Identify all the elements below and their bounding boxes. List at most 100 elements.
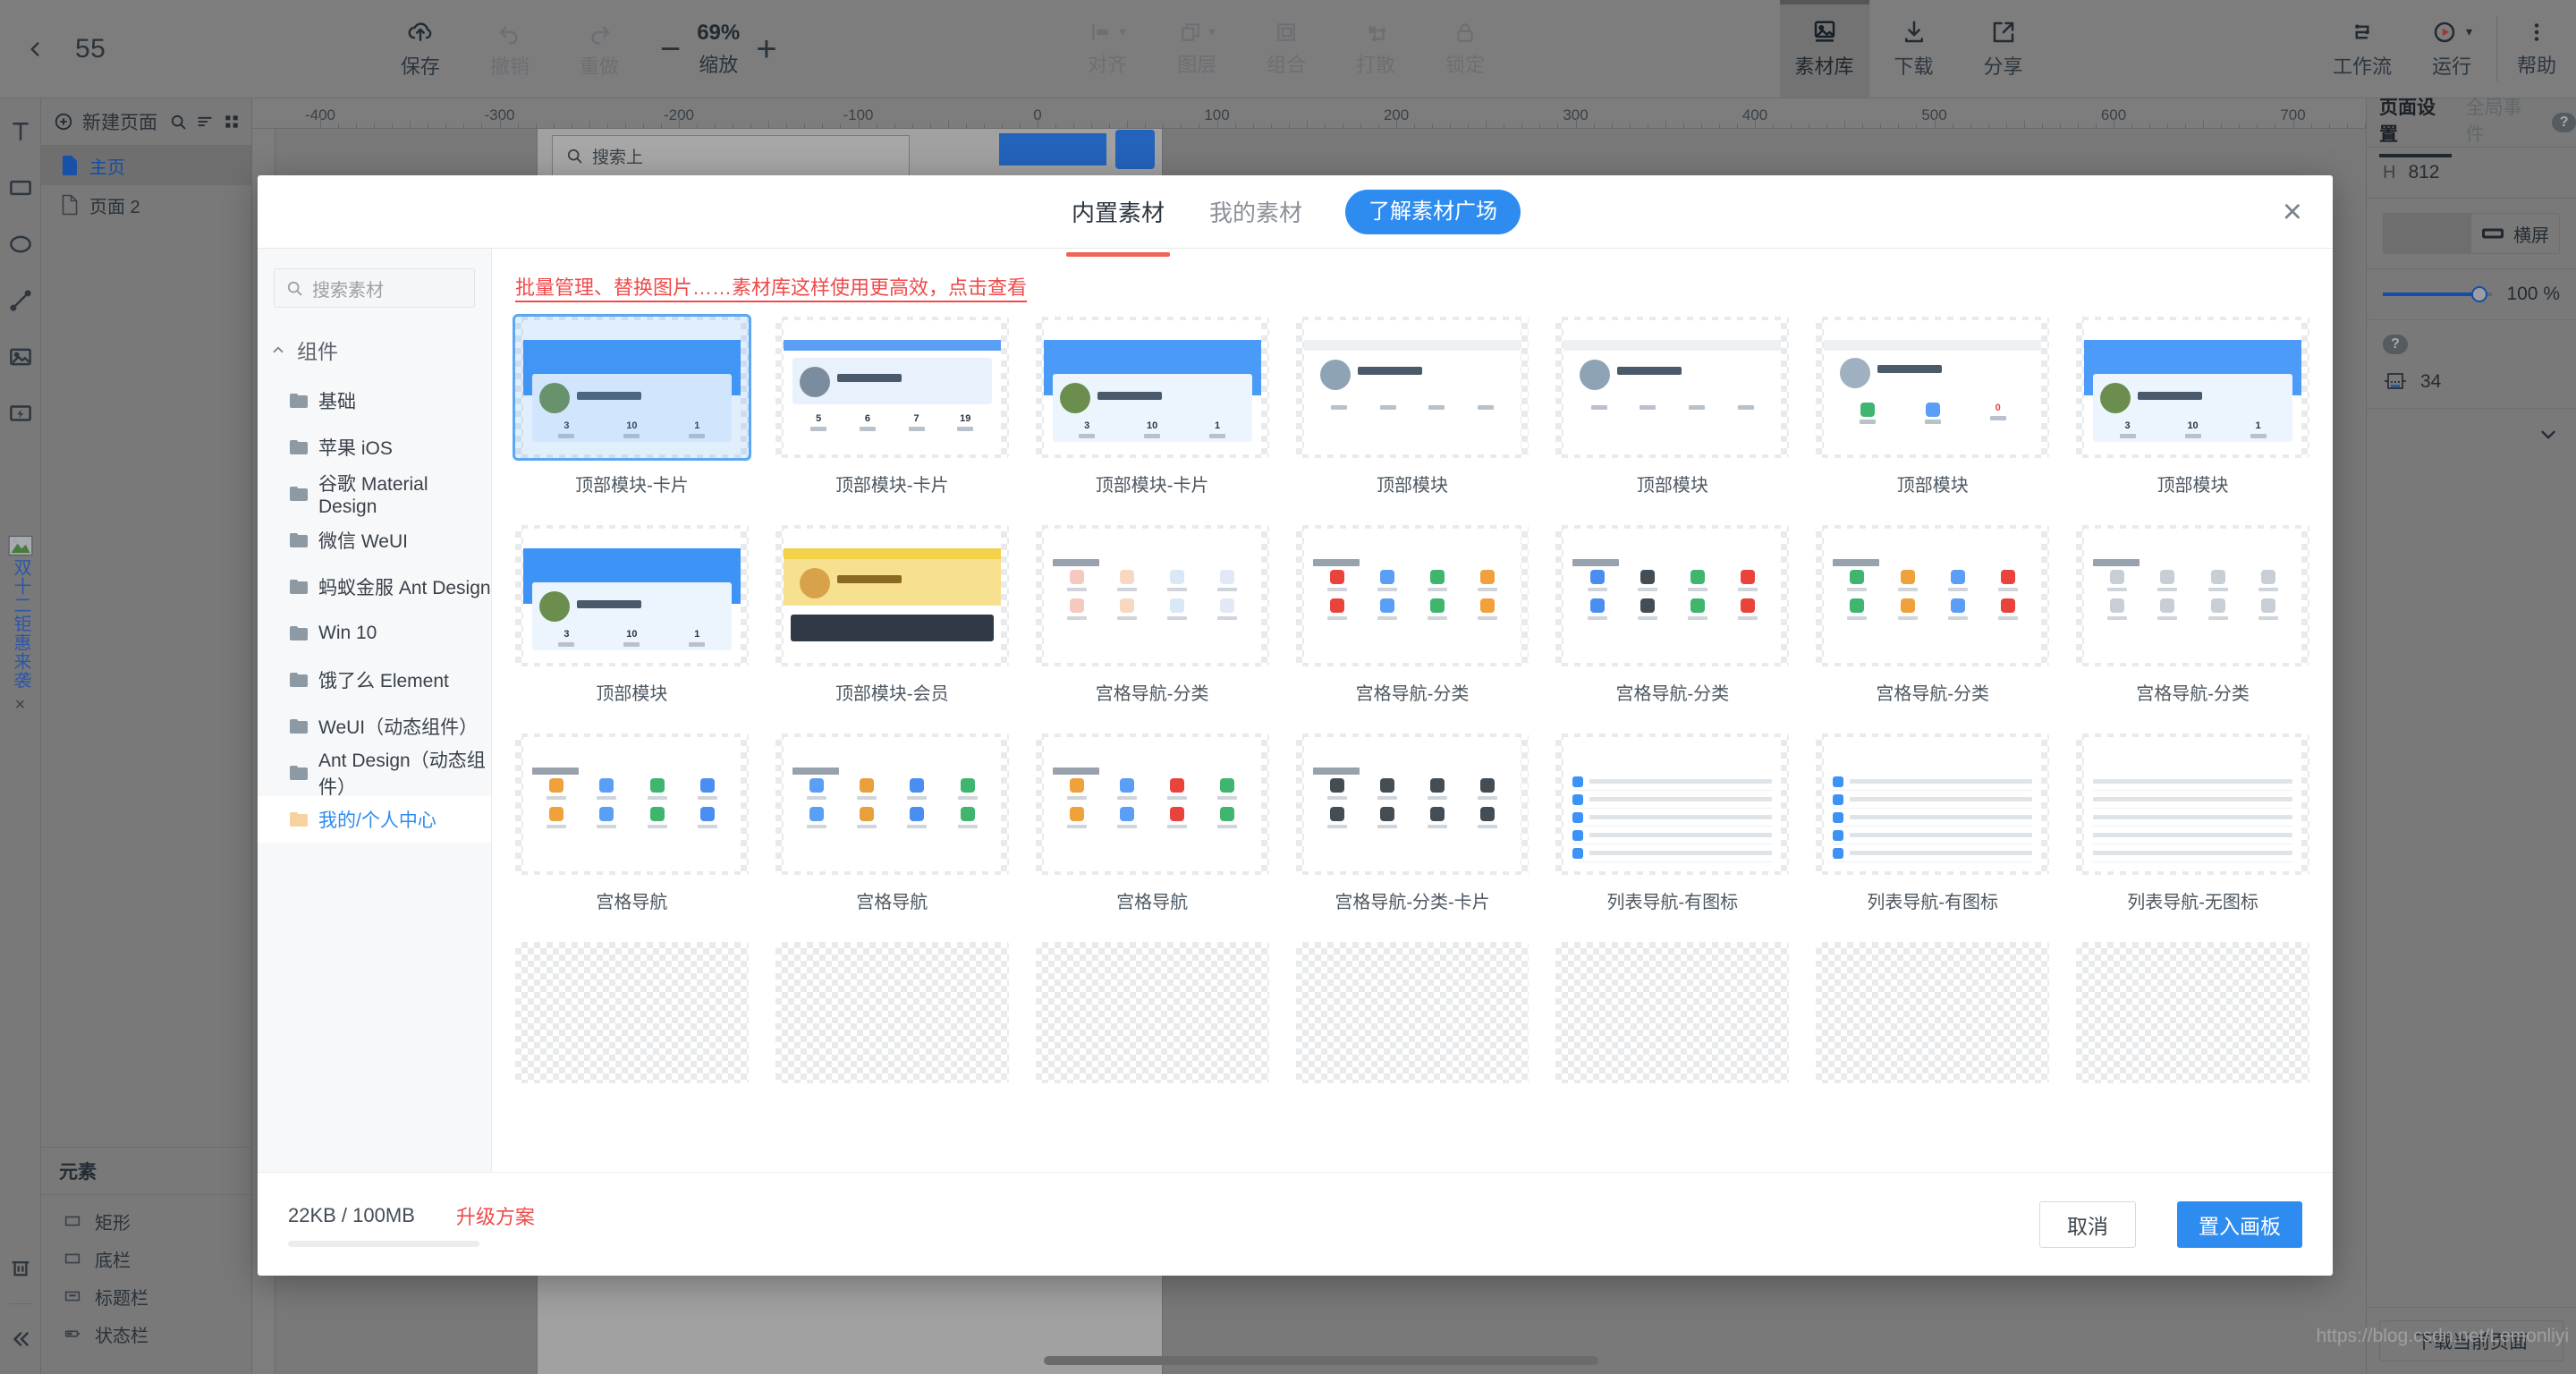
category-item[interactable]: 基础 xyxy=(258,377,491,424)
asset-grid-wrap[interactable]: 3 10 1 顶部模块-卡片 5 6 7 19 顶部模块-卡片 3 10 1 顶部模块-卡片 顶部模块 顶部… xyxy=(492,308,2333,1172)
asset-thumbnail[interactable] xyxy=(1035,942,1269,1083)
asset-thumbnail[interactable] xyxy=(1555,317,1790,458)
asset-thumbnail[interactable] xyxy=(1035,525,1269,666)
asset-thumbnail[interactable] xyxy=(1816,525,2050,666)
category-item[interactable]: 我的/个人中心 xyxy=(258,796,491,843)
asset-cell[interactable]: 宫格导航-分类 xyxy=(1035,525,1269,734)
asset-thumbnail[interactable]: 3 10 1 xyxy=(515,525,749,666)
modal-sidebar: 搜索素材 组件 基础 苹果 iOS 谷歌 Material Design 微信 WeU… xyxy=(258,249,492,1172)
asset-thumbnail[interactable] xyxy=(1295,525,1530,666)
tab-my-materials[interactable]: 我的素材 xyxy=(1208,175,1304,250)
asset-thumbnail[interactable] xyxy=(515,734,749,875)
category-group-header[interactable]: 组件 xyxy=(258,327,491,377)
asset-thumbnail[interactable]: 3 10 1 xyxy=(2076,317,2309,458)
asset-cell[interactable]: 3 10 1 顶部模块-卡片 xyxy=(513,314,751,525)
asset-thumbnail[interactable] xyxy=(1555,942,1790,1083)
asset-thumbnail[interactable] xyxy=(1035,734,1269,875)
asset-cell[interactable]: 列表导航-有图标 xyxy=(1555,734,1790,942)
asset-thumbnail[interactable] xyxy=(1555,734,1790,875)
asset-cell[interactable]: 宫格导航-分类-卡片 xyxy=(1295,734,1530,942)
asset-cell[interactable] xyxy=(1035,942,1269,1124)
category-label: Win 10 xyxy=(318,623,377,643)
asset-thumbnail[interactable] xyxy=(775,734,1009,875)
asset-thumbnail[interactable] xyxy=(1816,734,2050,875)
asset-cell[interactable] xyxy=(775,942,1009,1124)
asset-cell[interactable]: 宫格导航 xyxy=(775,734,1009,942)
asset-cell[interactable] xyxy=(515,942,749,1124)
asset-cell[interactable] xyxy=(1555,942,1790,1124)
asset-thumbnail[interactable] xyxy=(2076,942,2309,1083)
upgrade-plan-link[interactable]: 升级方案 xyxy=(456,1201,535,1230)
asset-cell[interactable]: 宫格导航 xyxy=(1035,734,1269,942)
asset-cell[interactable]: 5 6 7 19 顶部模块-卡片 xyxy=(775,317,1009,525)
asset-thumbnail[interactable] xyxy=(775,525,1009,666)
asset-label: 顶部模块-卡片 xyxy=(575,476,689,496)
asset-thumbnail[interactable] xyxy=(515,942,749,1083)
asset-cell[interactable]: 顶部模块 xyxy=(1555,317,1790,525)
category-list: 基础 苹果 iOS 谷歌 Material Design 微信 WeUI 蚂蚁金服 An… xyxy=(258,377,491,843)
asset-cell[interactable]: 3 10 1 顶部模块 xyxy=(2076,317,2309,525)
folder-icon xyxy=(290,673,308,687)
asset-cell[interactable]: 宫格导航-分类 xyxy=(1816,525,2050,734)
promo-link[interactable]: 批量管理、替换图片……素材库这样使用更高效，点击查看 xyxy=(492,249,2333,308)
asset-thumbnail[interactable]: 0 xyxy=(1816,317,2050,458)
tab-builtin-materials[interactable]: 内置素材 xyxy=(1065,175,1171,257)
material-plaza-button[interactable]: 了解素材广场 xyxy=(1345,189,1521,234)
category-label: 我的/个人中心 xyxy=(318,810,436,831)
asset-label: 列表导航-有图标 xyxy=(1606,893,1739,912)
category-item[interactable]: 苹果 iOS xyxy=(258,424,491,471)
search-icon xyxy=(287,281,302,296)
asset-label: 顶部模块 xyxy=(1376,476,1448,496)
asset-thumbnail[interactable]: 3 10 1 xyxy=(513,314,751,461)
asset-thumbnail[interactable] xyxy=(2076,734,2309,875)
asset-cell[interactable]: 宫格导航-分类 xyxy=(2076,525,2309,734)
asset-cell[interactable]: 3 10 1 顶部模块 xyxy=(515,525,749,734)
folder-icon xyxy=(290,394,308,408)
cancel-button[interactable]: 取消 xyxy=(2039,1200,2136,1248)
asset-thumbnail[interactable]: 5 6 7 19 xyxy=(775,317,1009,458)
asset-label: 顶部模块 xyxy=(2157,476,2229,496)
asset-cell[interactable]: 顶部模块 xyxy=(1295,317,1530,525)
asset-thumbnail[interactable] xyxy=(1555,525,1790,666)
asset-thumbnail[interactable] xyxy=(1295,734,1530,875)
asset-cell[interactable]: 顶部模块-会员 xyxy=(775,525,1009,734)
asset-grid: 3 10 1 顶部模块-卡片 5 6 7 19 顶部模块-卡片 3 10 1 顶部模块-卡片 顶部模块 顶部… xyxy=(513,314,2309,1124)
category-item[interactable]: Ant Design（动态组件） xyxy=(258,750,491,798)
asset-cell[interactable]: 列表导航-无图标 xyxy=(2076,734,2309,942)
asset-label: 宫格导航-分类-卡片 xyxy=(1335,893,1490,912)
asset-thumbnail[interactable] xyxy=(2076,525,2309,666)
asset-label: 宫格导航-分类 xyxy=(2136,684,2250,704)
place-on-artboard-button[interactable]: 置入画板 xyxy=(2177,1200,2302,1248)
folder-icon xyxy=(290,487,308,501)
category-item[interactable]: Win 10 xyxy=(258,610,491,657)
category-item[interactable]: 饿了么 Element xyxy=(258,657,491,703)
close-icon[interactable]: × xyxy=(2283,195,2302,229)
asset-cell[interactable]: 宫格导航-分类 xyxy=(1555,525,1790,734)
category-item[interactable]: 谷歌 Material Design xyxy=(258,471,491,517)
asset-label: 列表导航-无图标 xyxy=(2127,893,2258,912)
asset-cell[interactable] xyxy=(2076,942,2309,1124)
asset-cell[interactable] xyxy=(1295,942,1530,1124)
asset-thumbnail[interactable] xyxy=(1295,942,1530,1083)
asset-cell[interactable]: 0 顶部模块 xyxy=(1816,317,2050,525)
material-library-modal: 内置素材 我的素材 了解素材广场 × 搜索素材 组件 基础 苹果 iOS 谷歌 Ma… xyxy=(258,175,2333,1276)
asset-thumbnail[interactable] xyxy=(1816,942,2050,1083)
asset-label: 顶部模块 xyxy=(1636,476,1708,496)
folder-icon xyxy=(290,766,308,780)
asset-cell[interactable]: 宫格导航 xyxy=(515,734,749,942)
asset-cell[interactable]: 列表导航-有图标 xyxy=(1816,734,2050,942)
asset-cell[interactable]: 3 10 1 顶部模块-卡片 xyxy=(1035,317,1269,525)
category-item[interactable]: 蚂蚁金服 Ant Design xyxy=(258,564,491,610)
asset-thumbnail[interactable] xyxy=(1295,317,1530,458)
asset-thumbnail[interactable] xyxy=(775,942,1009,1083)
asset-label: 顶部模块-卡片 xyxy=(1095,476,1209,496)
quota-text: 22KB / 100MB xyxy=(288,1204,415,1226)
asset-thumbnail[interactable]: 3 10 1 xyxy=(1035,317,1269,458)
asset-cell[interactable]: 宫格导航-分类 xyxy=(1295,525,1530,734)
modal-main: 批量管理、替换图片……素材库这样使用更高效，点击查看 3 10 1 顶部模块-卡片 5 6… xyxy=(492,249,2333,1172)
asset-label: 顶部模块 xyxy=(1896,476,1969,496)
search-materials-input[interactable]: 搜索素材 xyxy=(274,268,475,308)
category-item[interactable]: WeUI（动态组件） xyxy=(258,703,491,750)
asset-cell[interactable] xyxy=(1816,942,2050,1124)
category-item[interactable]: 微信 WeUI xyxy=(258,517,491,564)
